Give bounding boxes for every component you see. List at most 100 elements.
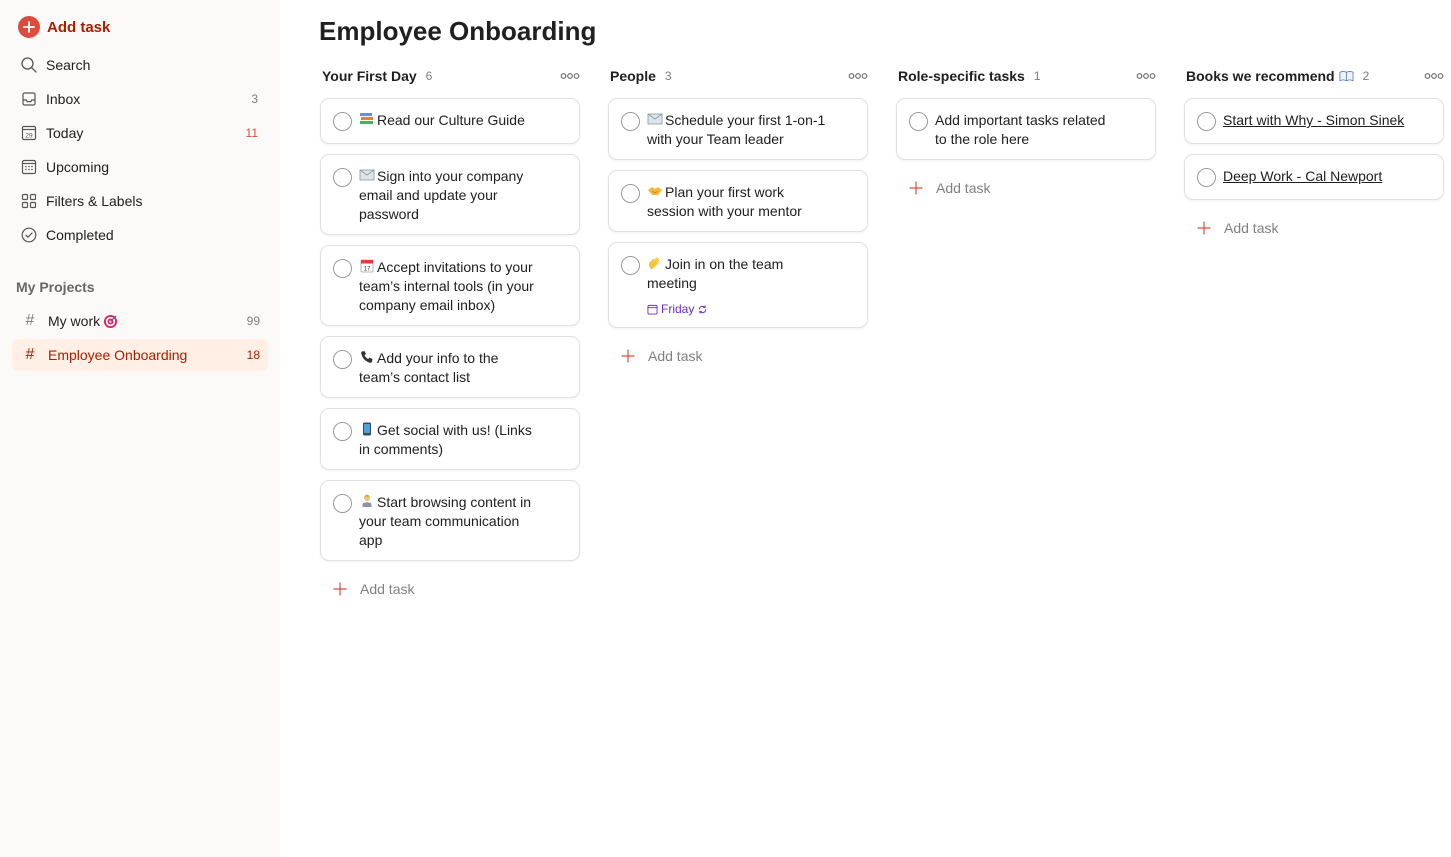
sidebar-item-upcoming[interactable]: Upcoming bbox=[12, 152, 268, 182]
task-checkbox[interactable] bbox=[621, 112, 640, 131]
calendar-today-icon: 29 bbox=[20, 124, 38, 142]
column-name: Role-specific tasks bbox=[898, 68, 1025, 84]
task-checkbox[interactable] bbox=[1197, 112, 1216, 131]
task-checkbox[interactable] bbox=[333, 259, 352, 278]
column-header: Books we recommend 2 bbox=[1184, 64, 1446, 88]
column-count: 1 bbox=[1033, 69, 1041, 83]
task-content: Add important tasks related to the role … bbox=[935, 111, 1137, 149]
add-task-button[interactable]: Add task bbox=[1196, 217, 1278, 239]
task-checkbox[interactable] bbox=[621, 256, 640, 275]
add-task-label: Add task bbox=[360, 581, 415, 597]
task-checkbox[interactable] bbox=[909, 112, 928, 131]
sidebar-item-filters-labels[interactable]: Filters & Labels bbox=[12, 186, 268, 216]
task-content: 17 Accept invitations to your team’s inte… bbox=[359, 258, 561, 315]
task-text-line: company email inbox) bbox=[359, 297, 496, 313]
more-options-icon[interactable] bbox=[558, 68, 582, 84]
project-count: 18 bbox=[246, 348, 260, 362]
task-card[interactable]: Add your info to the team’s contact list bbox=[320, 336, 580, 398]
add-task-button[interactable]: Add task bbox=[332, 578, 414, 600]
task-content: Schedule your first 1-on-1 with your Tea… bbox=[647, 111, 849, 149]
column-name: People bbox=[610, 68, 656, 84]
task-card[interactable]: Schedule your first 1-on-1 with your Tea… bbox=[608, 98, 868, 160]
due-date-label: Friday bbox=[661, 302, 695, 316]
task-content: Add your info to the team’s contact list bbox=[359, 349, 561, 387]
sidebar-item-today[interactable]: 29 Today 11 bbox=[12, 118, 268, 148]
add-task-label: Add task bbox=[47, 18, 111, 36]
add-task-label: Add task bbox=[936, 180, 991, 196]
add-task-label: Add task bbox=[648, 348, 703, 364]
task-checkbox[interactable] bbox=[333, 168, 352, 187]
task-link[interactable]: Start with Why - Simon Sinek bbox=[1223, 111, 1425, 130]
task-text-line: app bbox=[359, 532, 383, 548]
handshake-emoji-icon bbox=[647, 184, 663, 198]
books-emoji-icon bbox=[359, 112, 375, 126]
board-column-role-specific-tasks: Role-specific tasks 1 Add important task… bbox=[896, 64, 1158, 196]
calendar-icon bbox=[647, 304, 658, 315]
column-count: 2 bbox=[1362, 69, 1370, 83]
project-label: Employee Onboarding bbox=[48, 347, 188, 363]
target-emoji-icon bbox=[103, 314, 118, 329]
sidebar-item-completed[interactable]: Completed bbox=[12, 220, 268, 250]
open-book-emoji-icon bbox=[1339, 70, 1354, 82]
task-text: Read our Culture Guide bbox=[377, 112, 525, 128]
plus-icon bbox=[620, 348, 636, 364]
task-content: Sign into your company email and update … bbox=[359, 167, 561, 224]
task-checkbox[interactable] bbox=[333, 422, 352, 441]
my-projects-heading[interactable]: My Projects bbox=[16, 279, 95, 295]
more-options-icon[interactable] bbox=[846, 68, 870, 84]
today-day-number: 29 bbox=[25, 132, 33, 139]
task-text-line: email and update your bbox=[359, 187, 498, 203]
task-checkbox[interactable] bbox=[333, 494, 352, 513]
add-task-button[interactable]: Add task bbox=[620, 345, 702, 367]
check-circle-icon bbox=[20, 226, 38, 244]
add-task-button[interactable]: Add task bbox=[18, 16, 110, 38]
sidebar-project-my-work[interactable]: # My work 99 bbox=[12, 305, 268, 337]
project-label: My work bbox=[48, 313, 101, 329]
task-checkbox[interactable] bbox=[333, 350, 352, 369]
task-text-line: Add important tasks related bbox=[935, 112, 1106, 128]
task-checkbox[interactable] bbox=[621, 184, 640, 203]
task-text-line: Get social with us! (Links bbox=[377, 422, 532, 438]
task-card[interactable]: Join in on the team meeting Friday bbox=[608, 242, 868, 328]
add-task-button[interactable]: Add task bbox=[908, 177, 990, 199]
task-checkbox[interactable] bbox=[1197, 168, 1216, 187]
task-card[interactable]: Read our Culture Guide bbox=[320, 98, 580, 144]
task-content: Get social with us! (Links in comments) bbox=[359, 421, 561, 459]
task-card[interactable]: Plan your first work session with your m… bbox=[608, 170, 868, 232]
calendar-upcoming-icon bbox=[20, 158, 38, 176]
task-card[interactable]: Start browsing content in your team comm… bbox=[320, 480, 580, 561]
task-text-line: team’s contact list bbox=[359, 369, 471, 385]
task-checkbox[interactable] bbox=[333, 112, 352, 131]
column-header: Your First Day 6 bbox=[320, 64, 582, 88]
plus-circle-icon bbox=[18, 16, 40, 38]
task-text-line: Join in on the team bbox=[665, 256, 784, 272]
task-text-line: Schedule your first 1-on-1 bbox=[665, 112, 826, 128]
due-date[interactable]: Friday bbox=[647, 302, 711, 316]
task-text-line: meeting bbox=[647, 275, 697, 291]
task-link[interactable]: Deep Work - Cal Newport bbox=[1223, 167, 1425, 186]
inbox-icon bbox=[20, 90, 38, 108]
more-options-icon[interactable] bbox=[1134, 68, 1158, 84]
task-card[interactable]: Add important tasks related to the role … bbox=[896, 98, 1156, 160]
task-content: Join in on the team meeting bbox=[647, 255, 849, 293]
task-text-line: team’s internal tools (in your bbox=[359, 278, 534, 294]
phone-emoji-icon bbox=[359, 350, 375, 364]
plus-icon bbox=[1196, 220, 1212, 236]
task-text-line: your team communication bbox=[359, 513, 520, 529]
sidebar-item-inbox[interactable]: Inbox 3 bbox=[12, 84, 268, 114]
task-card[interactable]: Start with Why - Simon Sinek bbox=[1184, 98, 1444, 144]
task-card[interactable]: Deep Work - Cal Newport bbox=[1184, 154, 1444, 200]
task-card[interactable]: Get social with us! (Links in comments) bbox=[320, 408, 580, 470]
column-count: 6 bbox=[425, 69, 433, 83]
sidebar-item-search[interactable]: Search bbox=[12, 50, 268, 80]
task-card[interactable]: 17 Accept invitations to your team’s inte… bbox=[320, 245, 580, 326]
wave-emoji-icon bbox=[647, 256, 663, 270]
board-column-your-first-day: Your First Day 6 Read our Culture Guide … bbox=[320, 64, 582, 597]
column-header: Role-specific tasks 1 bbox=[896, 64, 1158, 88]
more-options-icon[interactable] bbox=[1422, 68, 1446, 84]
column-name: Your First Day bbox=[322, 68, 417, 84]
project-count: 99 bbox=[246, 314, 260, 328]
column-name: Books we recommend bbox=[1186, 68, 1335, 84]
sidebar-project-employee-onboarding[interactable]: # Employee Onboarding 18 bbox=[12, 339, 268, 371]
task-card[interactable]: Sign into your company email and update … bbox=[320, 154, 580, 235]
